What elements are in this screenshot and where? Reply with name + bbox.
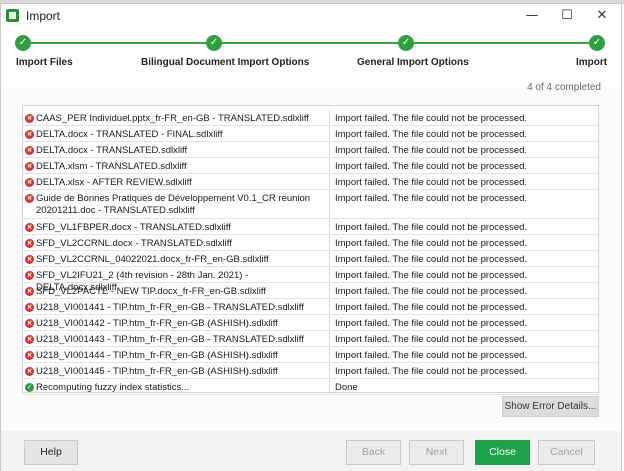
close-button[interactable]: Close bbox=[475, 440, 530, 465]
table-row[interactable]: U218_VI001444 - TIP.htm_fr-FR_en-GB (ASH… bbox=[23, 347, 598, 363]
table-row[interactable]: DELTA.xlsx - AFTER REVIEW.sdlxliff × Impor… bbox=[23, 174, 598, 190]
next-button[interactable]: Next bbox=[409, 440, 464, 465]
status-text: Import failed. The file could not be pro… bbox=[335, 286, 528, 297]
table-row[interactable]: U218_VI001445 - TIP.htm_fr-FR_en-GB (ASH… bbox=[23, 363, 598, 379]
error-circle-icon: × bbox=[25, 351, 34, 360]
error-circle-icon: × bbox=[25, 303, 34, 312]
wizard-progress-line bbox=[23, 42, 597, 44]
table-row[interactable]: SFD_VL2PACTE - NEW TIP.docx_fr-FR_en-GB.… bbox=[23, 283, 598, 299]
checkmark-icon: ✓ bbox=[15, 35, 31, 51]
status-text: Import failed. The file could not be pro… bbox=[335, 129, 528, 140]
file-name: U218_VI001442 - TIP.htm_fr-FR_en-GB (ASH… bbox=[23, 315, 330, 330]
checkmark-icon: ✓ bbox=[398, 35, 414, 51]
status-text: Import failed. The file could not be pro… bbox=[335, 350, 528, 361]
status-text: Import failed. The file could not be pro… bbox=[335, 161, 528, 172]
window-title: Import bbox=[26, 9, 61, 23]
window-close-button[interactable]: ✕ bbox=[585, 4, 619, 28]
file-name: DELTA.docx - TRANSLATED - FINAL.sdlxliff bbox=[23, 126, 330, 141]
step-label-import-files: Import Files bbox=[16, 57, 73, 68]
error-circle-icon: × bbox=[25, 271, 34, 280]
wizard-steps: ✓ ✓ ✓ ✓ Import Files Bilingual Document … bbox=[1, 28, 621, 93]
checkmark-icon: ✓ bbox=[589, 35, 605, 51]
table-row[interactable]: Guide de Bonnes Pratiques de Développeme… bbox=[23, 190, 598, 219]
table-row[interactable]: DELTA.xlsm - TRANSLATED.sdlxliff × Import … bbox=[23, 158, 598, 174]
file-name: DELTA.xlsm - TRANSLATED.sdlxliff bbox=[23, 158, 330, 173]
checkmark-icon: ✓ bbox=[206, 35, 222, 51]
status-text: Import failed. The file could not be pro… bbox=[335, 113, 528, 124]
file-name: DELTA.docx - TRANSLATED.sdlxliff bbox=[23, 142, 330, 157]
help-button[interactable]: Help bbox=[24, 440, 78, 465]
error-circle-icon: × bbox=[25, 178, 34, 187]
file-name: SFD_VL1FBPER.docx - TRANSLATED.sdlxliff bbox=[23, 219, 330, 234]
table-row[interactable]: SFD_VL2CCRNL.docx - TRANSLATED.sdlxliff ×… bbox=[23, 235, 598, 251]
table-row[interactable]: SFD_VL1FBPER.docx - TRANSLATED.sdlxliff ×… bbox=[23, 219, 598, 235]
status-text: Import failed. The file could not be pro… bbox=[335, 334, 528, 345]
back-button[interactable]: Back bbox=[346, 440, 401, 465]
status-text: Import failed. The file could not be pro… bbox=[335, 366, 528, 377]
error-circle-icon: × bbox=[25, 239, 34, 248]
file-name: SFD_VL2CCRNL_04022021.docx_fr-FR_en-GB.s… bbox=[23, 251, 330, 266]
table-row[interactable]: U218_VI001443 - TIP.htm_fr-FR_en-GB - TR… bbox=[23, 331, 598, 347]
table-row[interactable]: SFD_VL2CCRNL_04022021.docx_fr-FR_en-GB.s… bbox=[23, 251, 598, 267]
file-name: CAAS_PER Individuel.pptx_fr-FR_en-GB - T… bbox=[23, 110, 330, 125]
file-name: SFD_VL2PACTE - NEW TIP.docx_fr-FR_en-GB.… bbox=[23, 283, 330, 298]
table-row[interactable]: U218_VI001441 - TIP.htm_fr-FR_en-GB - TR… bbox=[23, 299, 598, 315]
status-text: Done bbox=[335, 382, 358, 393]
error-circle-icon: × bbox=[25, 114, 34, 123]
table-row[interactable]: DELTA.docx - TRANSLATED.sdlxliff × Import … bbox=[23, 142, 598, 158]
status-text: Import failed. The file could not be pro… bbox=[335, 270, 528, 281]
status-text: Import failed. The file could not be pro… bbox=[335, 177, 528, 188]
error-circle-icon: × bbox=[25, 194, 34, 203]
status-text: Import failed. The file could not be pro… bbox=[335, 302, 528, 313]
error-circle-icon: × bbox=[25, 335, 34, 344]
step-label-import: Import bbox=[576, 57, 608, 68]
step-label-bilingual-options: Bilingual Document Import Options bbox=[141, 57, 310, 68]
success-check-icon: ✓ bbox=[25, 383, 34, 392]
status-text: Import failed. The file could not be pro… bbox=[335, 238, 528, 249]
file-name: U218_VI001444 - TIP.htm_fr-FR_en-GB (ASH… bbox=[23, 347, 330, 362]
file-name: DELTA.xlsx - AFTER REVIEW.sdlxliff bbox=[23, 174, 330, 189]
table-row[interactable]: SFD_VL2IFU21_2 (4th revision - 28th Jan.… bbox=[23, 267, 598, 293]
table-row[interactable]: DELTA.docx - TRANSLATED - FINAL.sdlxliff… bbox=[23, 126, 598, 142]
show-error-details-button[interactable]: Show Error Details... bbox=[502, 396, 599, 417]
error-circle-icon: × bbox=[25, 130, 34, 139]
cancel-button[interactable]: Cancel bbox=[538, 440, 595, 465]
minimize-button[interactable]: — bbox=[515, 4, 549, 28]
status-text: Import failed. The file could not be pro… bbox=[335, 193, 528, 204]
results-list[interactable]: CAAS_PER Individuel.pptx_fr-FR_en-GB - T… bbox=[22, 105, 599, 395]
error-circle-icon: × bbox=[25, 287, 34, 296]
file-name: U218_VI001441 - TIP.htm_fr-FR_en-GB - TR… bbox=[23, 299, 330, 314]
table-row[interactable]: Recomputing fuzzy index statistics... ✓ Do… bbox=[23, 379, 598, 395]
error-circle-icon: × bbox=[25, 162, 34, 171]
table-row[interactable]: U218_VI001442 - TIP.htm_fr-FR_en-GB (ASH… bbox=[23, 315, 598, 331]
status-text: Import failed. The file could not be pro… bbox=[335, 222, 528, 233]
file-name: SFD_VL2CCRNL.docx - TRANSLATED.sdlxliff bbox=[23, 235, 330, 250]
error-circle-icon: × bbox=[25, 255, 34, 264]
dialog-footer: Help Back Next Close Cancel bbox=[1, 431, 621, 471]
file-name: Recomputing fuzzy index statistics... bbox=[23, 379, 330, 394]
file-name: Guide de Bonnes Pratiques de Développeme… bbox=[23, 190, 330, 218]
table-row[interactable]: CAAS_PER Individuel.pptx_fr-FR_en-GB - T… bbox=[23, 110, 598, 126]
error-circle-icon: × bbox=[25, 367, 34, 376]
status-text: Import failed. The file could not be pro… bbox=[335, 318, 528, 329]
progress-text: 4 of 4 completed bbox=[527, 82, 601, 93]
error-circle-icon: × bbox=[25, 146, 34, 155]
status-text: Import failed. The file could not be pro… bbox=[335, 254, 528, 265]
file-name: SFD_VL2IFU21_2 (4th revision - 28th Jan.… bbox=[23, 267, 330, 293]
import-dialog: Import — ☐ ✕ ✓ ✓ ✓ ✓ Import Files Biling… bbox=[0, 3, 622, 471]
file-name: U218_VI001443 - TIP.htm_fr-FR_en-GB - TR… bbox=[23, 331, 330, 346]
app-icon bbox=[6, 9, 19, 22]
step-label-general-options: General Import Options bbox=[357, 57, 469, 68]
status-text: Import failed. The file could not be pro… bbox=[335, 145, 528, 156]
maximize-button[interactable]: ☐ bbox=[550, 4, 584, 28]
title-bar: Import — ☐ ✕ bbox=[1, 4, 621, 28]
file-name: U218_VI001445 - TIP.htm_fr-FR_en-GB (ASH… bbox=[23, 363, 330, 378]
error-circle-icon: × bbox=[25, 223, 34, 232]
error-circle-icon: × bbox=[25, 319, 34, 328]
